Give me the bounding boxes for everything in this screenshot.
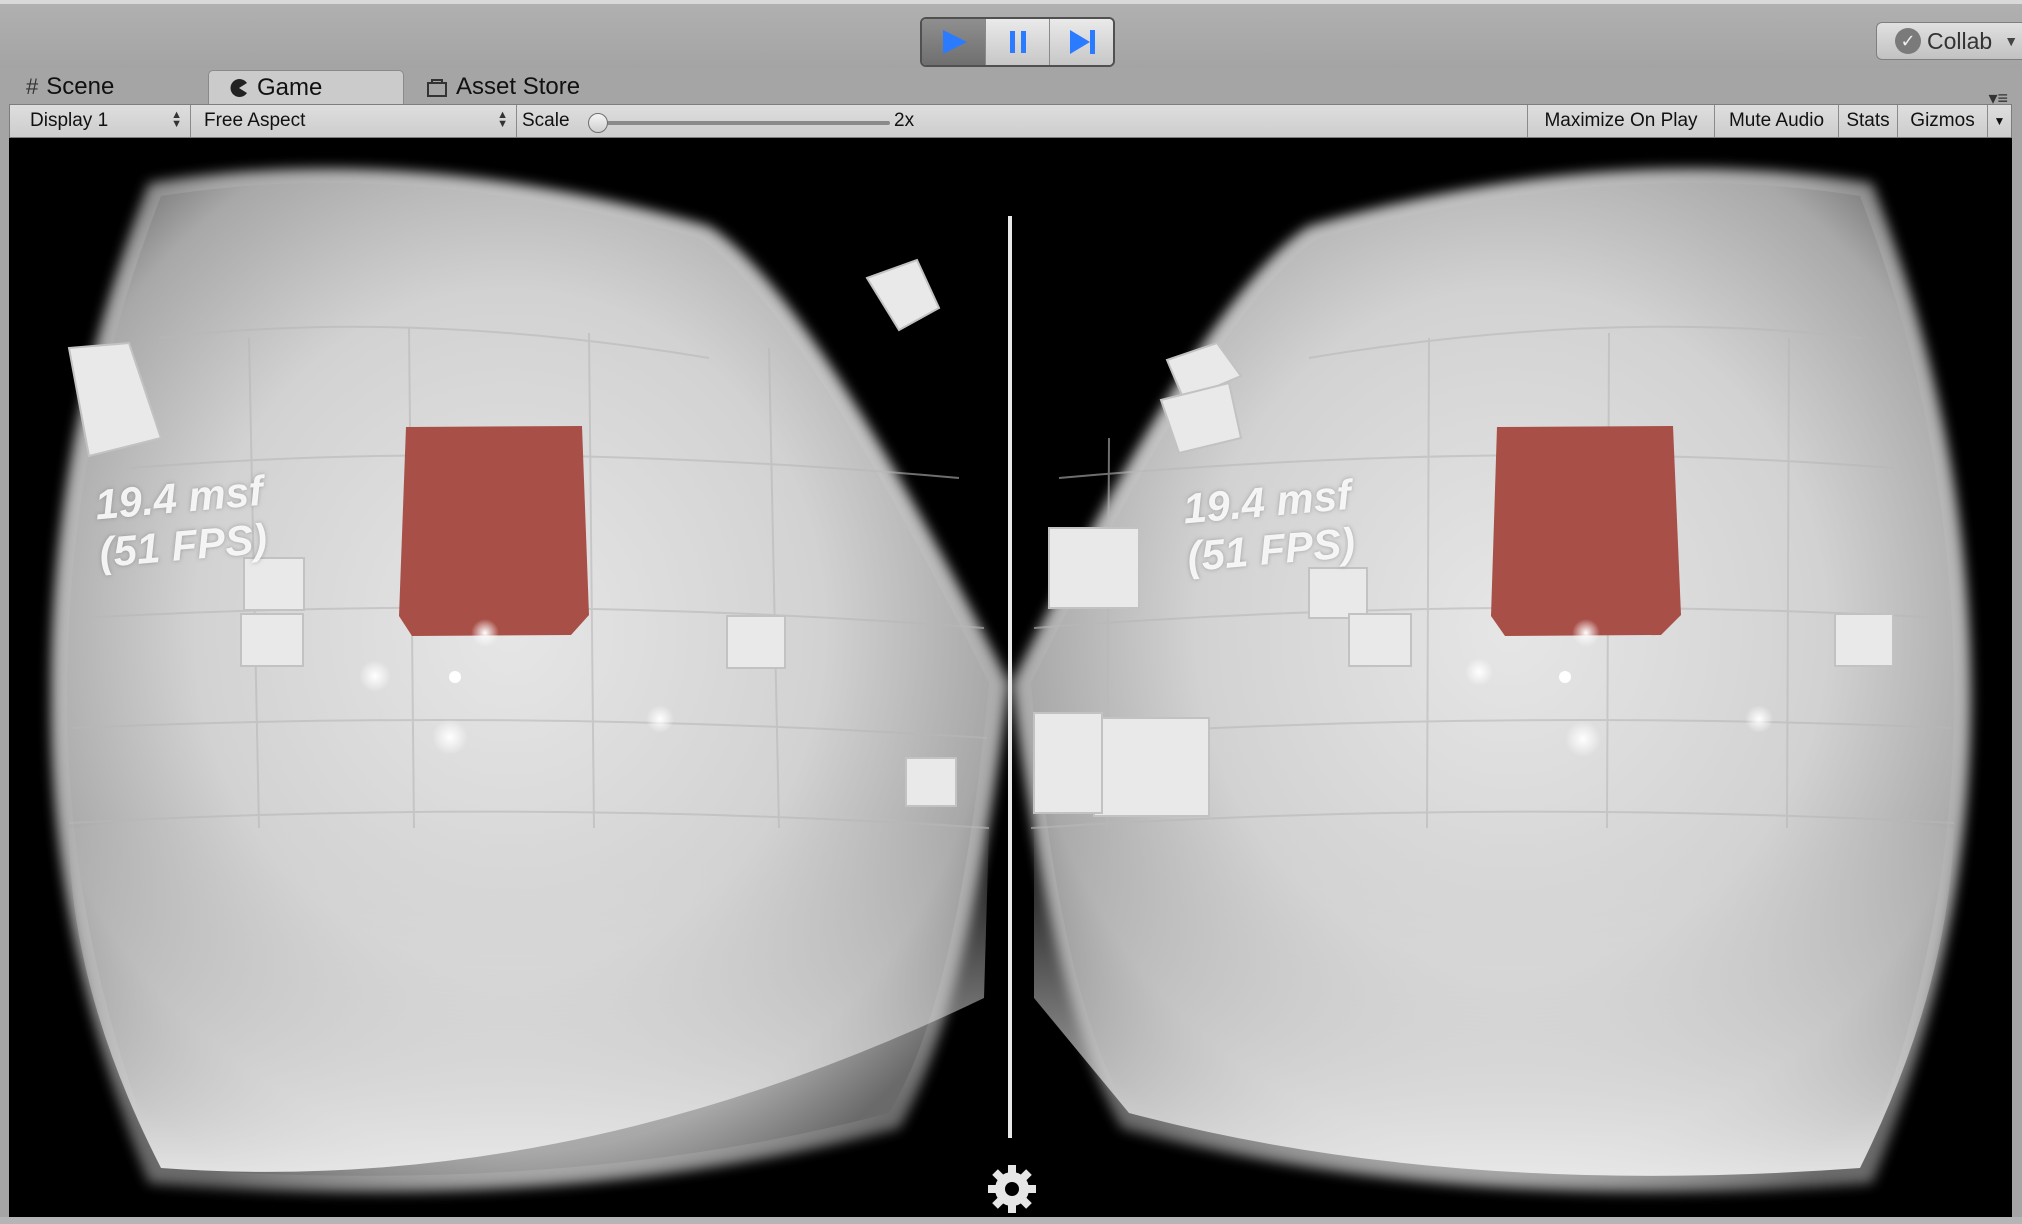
step-button[interactable] [1050, 19, 1113, 65]
maximize-on-play-label: Maximize On Play [1544, 110, 1698, 131]
tab-scene[interactable]: # Scene [26, 70, 114, 104]
grid-icon: # [26, 74, 39, 99]
stats-toggle[interactable]: Stats [1838, 105, 1897, 137]
divider [516, 105, 517, 137]
pacman-icon [230, 78, 247, 97]
display-select[interactable]: Display 1 ▲ ▼ [18, 105, 188, 137]
divider [190, 105, 191, 137]
tab-label: Scene [46, 73, 115, 100]
scale-slider-thumb[interactable] [588, 113, 608, 133]
pause-icon [1009, 31, 1026, 53]
stats-label: Stats [1846, 110, 1890, 131]
collab-label: Collab [1927, 27, 1993, 54]
scale-slider-track[interactable] [598, 121, 890, 125]
panel-bottom-edge [0, 1217, 2022, 1224]
tab-game[interactable]: Game [208, 70, 404, 104]
red-cube-right [1491, 426, 1681, 636]
left-eye-view [50, 168, 1009, 1192]
display-select-value: Display 1 [30, 110, 109, 131]
panel-left-edge [0, 104, 9, 1224]
gear-icon[interactable] [985, 1162, 1039, 1216]
game-view-toolbar: Display 1 ▲ ▼ Free Aspect ▲ ▼ Scale 2x Max… [9, 104, 2012, 138]
gizmos-toggle[interactable]: Gizmos [1897, 105, 1987, 137]
red-cube-left [399, 426, 589, 636]
fps-counter-right: 19.4 msf (51 FPS) [1181, 471, 1357, 581]
aspect-select-value: Free Aspect [204, 110, 306, 131]
maximize-on-play-toggle[interactable]: Maximize On Play [1527, 105, 1714, 137]
gizmos-label: Gizmos [1910, 110, 1975, 131]
play-button[interactable] [922, 19, 986, 65]
scale-label: Scale [522, 110, 570, 131]
playback-controls [920, 17, 1115, 67]
mute-audio-toggle[interactable]: Mute Audio [1714, 105, 1838, 137]
vr-center-divider [1008, 216, 1012, 1138]
check-icon: ✓ [1895, 28, 1921, 54]
step-icon [1069, 30, 1095, 54]
chevron-down-icon: ▼ [2004, 33, 2019, 49]
tab-label: Asset Store [456, 73, 581, 100]
game-viewport[interactable]: 19.4 msf (51 FPS) 19.4 msf (51 FPS) [9, 138, 2012, 1217]
gizmos-dropdown[interactable]: ▼ [1987, 105, 2011, 137]
scale-value: 2x [894, 110, 915, 131]
panel-right-edge [2012, 104, 2022, 1224]
main-toolbar: ✓ Collab ▼ [0, 4, 2022, 68]
collab-button[interactable]: ✓ Collab ▼ [1876, 22, 2022, 60]
right-eye-view [1012, 168, 1971, 1192]
pause-button[interactable] [986, 19, 1050, 65]
store-icon [427, 79, 447, 97]
select-arrows-icon: ▲ ▼ [171, 109, 182, 130]
mute-audio-label: Mute Audio [1728, 110, 1825, 131]
chevron-down-icon: ▼ [1993, 114, 2006, 128]
window-tabs: # Scene Game Asset Store ▾≡ [0, 68, 2022, 108]
tab-label: Game [257, 73, 323, 101]
select-arrows-icon: ▲ ▼ [497, 109, 508, 130]
play-icon [942, 30, 967, 54]
aspect-select[interactable]: Free Aspect ▲ ▼ [192, 105, 514, 137]
fps-counter-left: 19.4 msf (51 FPS) [93, 467, 269, 577]
tab-asset-store[interactable]: Asset Store [426, 70, 580, 104]
